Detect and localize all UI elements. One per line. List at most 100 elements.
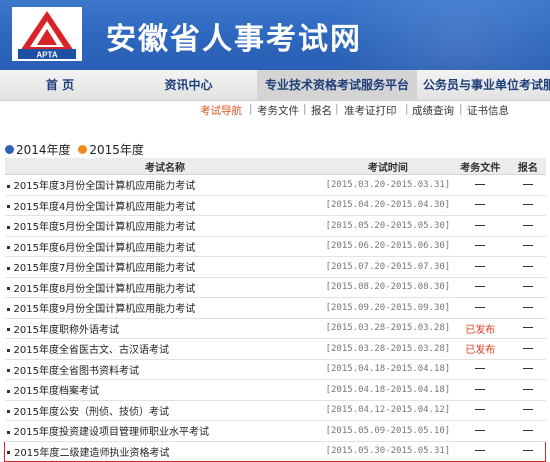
register-cell (510, 277, 546, 298)
nav-civil-service-exam[interactable]: 公务员与事业单位考试服务 (417, 70, 550, 100)
sub-nav: 考试导航 | 考务文件 | 报名 | 准考证打印 | 成绩查询 | 证书信息 (0, 101, 550, 119)
exam-time: [2015.05.30-2015.05.31] (325, 440, 451, 462)
bullet-icon (6, 184, 10, 188)
subnav-certificate-info[interactable]: 证书信息 (467, 103, 509, 118)
exam-documents-cell (450, 236, 511, 257)
dash-icon (475, 224, 486, 226)
published-link[interactable]: 已发布 (465, 325, 495, 336)
exam-name-link[interactable]: 2015年度7月份全国计算机应用能力考试 (14, 263, 196, 274)
tab-2014[interactable]: 2014年度 (5, 143, 71, 157)
register-cell (510, 256, 546, 278)
year-tabs: 2014年度 2015年度 (5, 141, 144, 157)
nav-professional-exam-platform[interactable]: 专业技术资格考试服务平台 (257, 70, 417, 100)
exam-time: [2015.04.18-2015.04.18] (325, 379, 451, 401)
subnav-admission-ticket[interactable]: 准考证打印 (344, 103, 397, 118)
subnav-separator: | (335, 103, 339, 115)
exam-name-link[interactable]: 2015年度全省图书资料考试 (14, 366, 139, 377)
exam-name-link[interactable]: 2015年度6月份全国计算机应用能力考试 (14, 243, 196, 254)
exam-time: [2015.04.20-2015.04.30] (325, 195, 451, 216)
exam-name-link[interactable]: 2015年度公安（刑侦、技侦）考试 (14, 407, 169, 418)
header-register: 报名 (510, 158, 546, 175)
table-row: 2015年度4月份全国计算机应用能力考试 [2015.04.20-2015.04.… (4, 195, 546, 216)
register-cell (510, 174, 546, 196)
bullet-icon (6, 410, 10, 414)
exam-name-cell: 2015年度档案考试 (4, 379, 326, 401)
exam-time: [2015.03.28-2015.03.28] (325, 338, 451, 360)
bullet-icon (6, 246, 10, 250)
exam-name-link[interactable]: 2015年度9月份全国计算机应用能力考试 (14, 304, 196, 315)
dash-icon (522, 204, 533, 206)
table-row: 2015年度公安（刑侦、技侦）考试 [2015.04.12-2015.04.12] (4, 400, 546, 421)
table-row: 2015年度投资建设项目管理师职业水平考试 [2015.05.09-2015.05… (4, 420, 546, 442)
table-row: 2015年度6月份全国计算机应用能力考试 [2015.06.20-2015.06.… (4, 236, 546, 257)
dash-icon (522, 245, 533, 247)
exam-name-cell: 2015年度4月份全国计算机应用能力考试 (4, 195, 326, 216)
header-exam-time: 考试时间 (325, 158, 451, 175)
nav-news-center[interactable]: 资讯中心 (120, 70, 257, 100)
site-title: 安徽省人事考试网 (106, 22, 362, 57)
subnav-separator: | (249, 103, 253, 115)
register-cell (510, 195, 546, 216)
dash-icon (522, 265, 533, 267)
subnav-exam-guide[interactable]: 考试导航 (200, 103, 242, 118)
dash-icon (522, 450, 533, 452)
exam-time: [2015.09.20-2015.09.30] (325, 297, 451, 319)
subnav-score-query[interactable]: 成绩查询 (412, 103, 454, 118)
exam-time: [2015.03.20-2015.03.31] (325, 174, 451, 196)
exam-name-link[interactable]: 2015年度3月份全国计算机应用能力考试 (14, 181, 196, 192)
exam-name-link[interactable]: 2015年度职称外语考试 (14, 325, 119, 336)
bullet-icon (6, 430, 10, 434)
dash-icon (475, 265, 486, 267)
main-nav: 首 页 资讯中心 专业技术资格考试服务平台 公务员与事业单位考试服务 (0, 70, 550, 101)
dash-icon (522, 224, 533, 226)
dash-icon (522, 368, 533, 370)
exam-name-link[interactable]: 2015年度4月份全国计算机应用能力考试 (14, 202, 196, 213)
exam-time: [2015.04.18-2015.04.18] (325, 359, 451, 380)
logo-text: APTA (36, 51, 57, 60)
dash-icon (522, 347, 533, 349)
dash-icon (522, 429, 533, 431)
exam-name-cell: 2015年度公安（刑侦、技侦）考试 (4, 400, 326, 421)
dash-icon (475, 450, 486, 452)
tab-2015[interactable]: 2015年度 (78, 143, 144, 157)
header-exam-documents: 考务文件 (450, 158, 511, 175)
subnav-separator: | (405, 103, 409, 115)
bullet-icon (6, 348, 10, 352)
exam-name-link[interactable]: 2015年度档案考试 (14, 386, 99, 397)
register-cell (510, 236, 546, 257)
exam-name-link[interactable]: 2015年度5月份全国计算机应用能力考试 (14, 222, 196, 233)
published-link[interactable]: 已发布 (465, 345, 495, 356)
exam-documents-cell (450, 359, 511, 380)
dash-icon (475, 183, 486, 185)
register-cell (510, 338, 546, 360)
exam-name-link[interactable]: 2015年度8月份全国计算机应用能力考试 (14, 284, 196, 295)
exam-time: [2015.05.20-2015.05.30] (325, 215, 451, 237)
dash-icon (475, 429, 486, 431)
exam-documents-cell (450, 256, 511, 278)
exam-name-cell: 2015年度9月份全国计算机应用能力考试 (4, 297, 326, 319)
bullet-icon (7, 451, 10, 455)
exam-time: [2015.05.09-2015.05.10] (325, 420, 451, 442)
exam-name-cell: 2015年度3月份全国计算机应用能力考试 (4, 174, 326, 196)
exam-name-link[interactable]: 2015年度投资建设项目管理师职业水平考试 (14, 427, 209, 438)
register-cell (510, 215, 546, 237)
exam-documents-cell (450, 379, 511, 401)
exam-name-link[interactable]: 2015年度全省医古文、古汉语考试 (14, 345, 169, 356)
register-cell (510, 440, 547, 462)
bullet-icon (6, 266, 10, 270)
register-cell (510, 359, 546, 380)
subnav-exam-documents[interactable]: 考务文件 (257, 103, 299, 118)
exam-name-link[interactable]: 2015年度二级建造师执业资格考试 (14, 448, 169, 459)
exam-documents-cell: 已发布 (450, 318, 511, 339)
exam-name-cell: 2015年度投资建设项目管理师职业水平考试 (4, 420, 326, 442)
table-row: 2015年度9月份全国计算机应用能力考试 [2015.09.20-2015.09.… (4, 297, 546, 319)
bullet-icon (6, 205, 10, 209)
table-row: 2015年度全省图书资料考试 [2015.04.18-2015.04.18] (4, 359, 546, 380)
exam-name-cell: 2015年度7月份全国计算机应用能力考试 (4, 256, 326, 278)
register-cell (510, 297, 546, 319)
exam-name-cell: 2015年度8月份全国计算机应用能力考试 (4, 277, 326, 298)
exam-name-cell: 2015年度全省医古文、古汉语考试 (4, 338, 326, 360)
exam-time: [2015.06.20-2015.06.30] (325, 236, 451, 257)
nav-home[interactable]: 首 页 (0, 70, 120, 100)
subnav-register[interactable]: 报名 (311, 103, 332, 118)
